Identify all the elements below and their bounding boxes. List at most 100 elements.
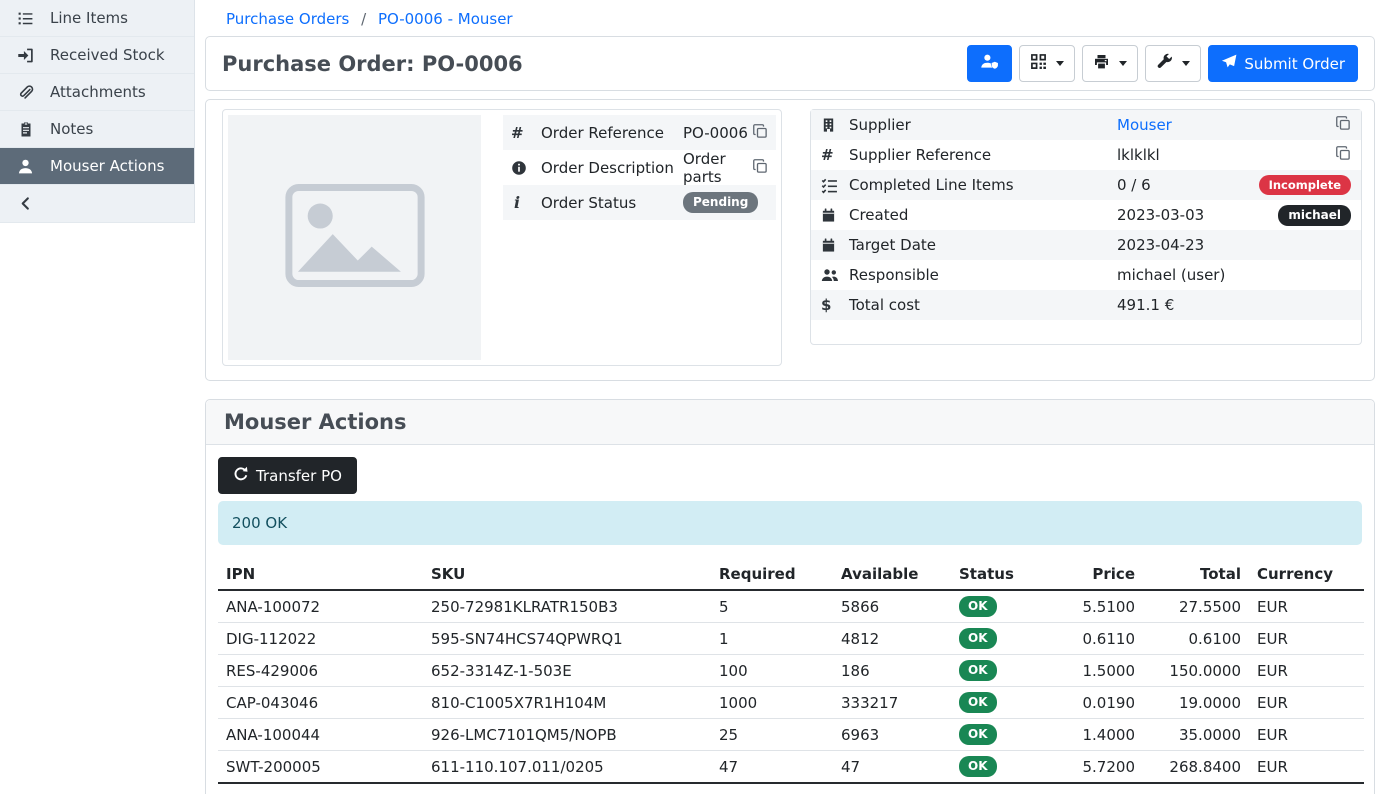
- column-header-sku: SKU: [423, 559, 711, 590]
- cell-available: 6963: [833, 719, 951, 751]
- footer-total-label: Total: [218, 783, 423, 794]
- copy-button[interactable]: [753, 159, 768, 177]
- order-details-panel: # Order Reference PO-0006 Order Descript…: [205, 99, 1375, 381]
- table-row: RES-429006 652-3314Z-1-503E 100 186 OK 1…: [218, 655, 1364, 687]
- table-row: ANA-100044 926-LMC7101QM5/NOPB 25 6963 O…: [218, 719, 1364, 751]
- sidebar-item-label: Notes: [50, 120, 93, 138]
- qr-code-icon: [1030, 53, 1047, 74]
- sidebar-item-line-items[interactable]: Line Items: [0, 0, 194, 37]
- cell-total: 268.8400: [1143, 751, 1249, 784]
- table-footer-row: Total 501.0000: [218, 783, 1364, 794]
- total-cost-value: 491.1 €: [1117, 296, 1351, 314]
- info-circle-icon: [511, 160, 541, 176]
- cell-status: OK: [951, 655, 1073, 687]
- table-row: ANA-100072 250-72981KLRATR150B3 5 5866 O…: [218, 590, 1364, 623]
- status-badge: Pending: [683, 192, 758, 213]
- sidebar-item-label: Attachments: [50, 83, 146, 101]
- copy-button[interactable]: [753, 124, 768, 142]
- mouser-actions-body: Transfer PO 200 OK IPN SKU Required Avai…: [206, 445, 1374, 794]
- detail-label: Responsible: [849, 266, 1117, 284]
- cell-currency: EUR: [1249, 687, 1364, 719]
- column-header-required: Required: [711, 559, 833, 590]
- detail-row-completed-line-items: Completed Line Items 0 / 6 Incomplete: [811, 170, 1361, 200]
- cell-sku: 926-LMC7101QM5/NOPB: [423, 719, 711, 751]
- detail-label: Completed Line Items: [849, 176, 1117, 194]
- table-row: CAP-043046 810-C1005X7R1H104M 1000 33321…: [218, 687, 1364, 719]
- user-actions-button[interactable]: [967, 45, 1012, 82]
- cell-sku: 652-3314Z-1-503E: [423, 655, 711, 687]
- cell-price: 0.6110: [1073, 623, 1143, 655]
- detail-row-total-cost: $ Total cost 491.1 €: [811, 290, 1361, 320]
- mouser-actions-panel: Mouser Actions Transfer PO 200 OK: [205, 399, 1375, 794]
- detail-row-responsible: Responsible michael (user): [811, 260, 1361, 290]
- order-info-card: # Order Reference PO-0006 Order Descript…: [222, 109, 782, 366]
- clipboard-icon: [16, 121, 35, 138]
- column-header-available: Available: [833, 559, 951, 590]
- ok-badge: OK: [959, 756, 997, 777]
- cell-price: 1.4000: [1073, 719, 1143, 751]
- detail-label: Order Reference: [541, 124, 683, 142]
- hash-icon: #: [511, 124, 541, 142]
- column-header-status: Status: [951, 559, 1073, 590]
- copy-button[interactable]: [1336, 146, 1351, 164]
- cell-price: 0.0190: [1073, 687, 1143, 719]
- sign-in-icon: [16, 47, 35, 64]
- sidebar-item-notes[interactable]: Notes: [0, 111, 194, 148]
- paperclip-icon: [16, 84, 35, 101]
- breadcrumb-link-po-0006[interactable]: PO-0006 - Mouser: [378, 10, 513, 28]
- refresh-icon: [233, 466, 249, 486]
- detail-row-supplier: Supplier Mouser: [811, 110, 1361, 140]
- cell-status: OK: [951, 719, 1073, 751]
- order-info-table: # Order Reference PO-0006 Order Descript…: [503, 115, 776, 360]
- cell-sku: 595-SN74HCS74QPWRQ1: [423, 623, 711, 655]
- sidebar-collapse-button[interactable]: [0, 185, 194, 223]
- copy-icon: [1336, 116, 1351, 134]
- supplier-link[interactable]: Mouser: [1117, 116, 1172, 134]
- table-row: SWT-200005 611-110.107.011/0205 47 47 OK…: [218, 751, 1364, 784]
- ok-badge: OK: [959, 596, 997, 617]
- breadcrumb-link-purchase-orders[interactable]: Purchase Orders: [226, 10, 349, 28]
- info-icon: i: [511, 193, 541, 212]
- copy-button[interactable]: [1336, 116, 1351, 134]
- cell-available: 47: [833, 751, 951, 784]
- sidebar-item-received-stock[interactable]: Received Stock: [0, 37, 194, 74]
- order-header-panel: Purchase Order: PO-0006: [205, 36, 1375, 91]
- sidebar-item-attachments[interactable]: Attachments: [0, 74, 194, 111]
- users-icon: [821, 267, 849, 283]
- hash-icon: #: [821, 146, 849, 164]
- cell-required: 47: [711, 751, 833, 784]
- breadcrumb: Purchase Orders / PO-0006 - Mouser: [205, 6, 1375, 36]
- page: Line Items Received Stock Attachments No…: [0, 0, 1383, 794]
- cell-ipn: ANA-100044: [218, 719, 423, 751]
- cell-total: 0.6100: [1143, 623, 1249, 655]
- detail-label: Supplier: [849, 116, 1117, 134]
- dollar-icon: $: [821, 296, 849, 314]
- cell-available: 5866: [833, 590, 951, 623]
- printer-icon: [1093, 54, 1110, 74]
- table-row: DIG-112022 595-SN74HCS74QPWRQ1 1 4812 OK…: [218, 623, 1364, 655]
- sidebar-item-label: Line Items: [50, 9, 128, 27]
- detail-row-order-status: i Order Status Pending: [503, 185, 776, 220]
- mouser-actions-title: Mouser Actions: [224, 410, 1356, 434]
- detail-label: Total cost: [849, 296, 1117, 314]
- footer-spacer: [423, 783, 1143, 794]
- order-actions-dropdown[interactable]: [1145, 45, 1201, 82]
- chevron-down-icon: [1119, 61, 1127, 66]
- print-actions-dropdown[interactable]: [1082, 45, 1138, 82]
- copy-icon: [753, 159, 768, 177]
- cell-currency: EUR: [1249, 655, 1364, 687]
- submit-order-button[interactable]: Submit Order: [1208, 45, 1358, 82]
- cell-available: 186: [833, 655, 951, 687]
- cell-sku: 611-110.107.011/0205: [423, 751, 711, 784]
- cell-sku: 810-C1005X7R1H104M: [423, 687, 711, 719]
- cell-currency: EUR: [1249, 590, 1364, 623]
- transfer-po-label: Transfer PO: [256, 467, 342, 485]
- cell-ipn: RES-429006: [218, 655, 423, 687]
- transfer-po-button[interactable]: Transfer PO: [218, 457, 357, 494]
- order-reference-value: PO-0006: [683, 124, 753, 142]
- breadcrumb-separator: /: [361, 10, 366, 28]
- column-header-price: Price: [1073, 559, 1143, 590]
- sidebar-item-mouser-actions[interactable]: Mouser Actions: [0, 148, 194, 185]
- detail-row-created: Created 2023-03-03 michael: [811, 200, 1361, 230]
- barcode-actions-dropdown[interactable]: [1019, 45, 1075, 82]
